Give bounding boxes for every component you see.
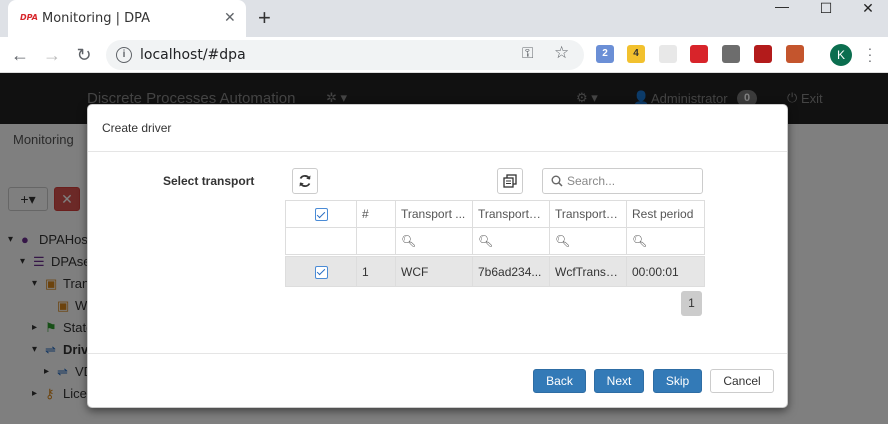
password-key-icon[interactable]: ⚿ xyxy=(522,45,533,62)
person-extension-icon[interactable] xyxy=(786,45,804,63)
row-transport-type: WcfTransp... xyxy=(549,256,627,287)
page-1-button[interactable]: 1 xyxy=(681,291,702,316)
modal-title: Create driver xyxy=(102,121,172,135)
browser-tab-strip: DPA Monitoring | DPA ✕ + — ☐ ✕ xyxy=(0,0,888,37)
filter-cell-empty xyxy=(285,227,357,255)
tab-close-icon[interactable]: ✕ xyxy=(224,9,236,26)
table-row[interactable]: 1 WCF 7b6ad234... WcfTransp... 00:00:01 xyxy=(285,256,705,287)
mail-extension-icon[interactable]: 2 xyxy=(596,45,614,63)
minimize-window-button[interactable]: — xyxy=(762,0,802,14)
row-transport-name: WCF xyxy=(395,256,473,287)
pdf-extension-icon[interactable] xyxy=(754,45,772,63)
search-icon: 🔍︎ xyxy=(555,234,571,248)
extension-badge: 4 xyxy=(633,48,639,59)
row-checkbox[interactable] xyxy=(285,256,357,287)
create-driver-dialog: Create driver Select transport Search...… xyxy=(87,104,788,408)
url-text[interactable]: localhost/#dpa xyxy=(140,47,246,63)
row-number: 1 xyxy=(356,256,396,287)
browser-toolbar: ← → ↻ i localhost/#dpa ⚿ ☆ 2 4 K · · · xyxy=(0,37,888,73)
filter-transport-name[interactable]: 🔍︎ xyxy=(395,227,473,255)
filter-transport-type[interactable]: 🔍︎ xyxy=(549,227,627,255)
maximize-window-button[interactable]: ☐ xyxy=(806,0,846,16)
row-transport-id: 7b6ad234... xyxy=(472,256,550,287)
skip-button[interactable]: Skip xyxy=(653,369,702,393)
reload-icon[interactable]: ↻ xyxy=(72,43,96,67)
tab-title: Monitoring | DPA xyxy=(42,11,151,26)
filter-transport-id[interactable]: 🔍︎ xyxy=(472,227,550,255)
grid-header-row: # Transport ... Transport i... Transport… xyxy=(285,200,705,228)
search-input[interactable] xyxy=(567,172,697,190)
column-header-transport-type[interactable]: Transport t... xyxy=(549,200,627,228)
next-button[interactable]: Next xyxy=(594,369,644,393)
modal-header: Create driver xyxy=(88,105,787,152)
forward-arrow-icon[interactable]: → xyxy=(40,43,64,67)
grid-filter-row: 🔍︎ 🔍︎ 🔍︎ 🔍︎ xyxy=(285,227,705,255)
back-button[interactable]: Back xyxy=(533,369,586,393)
column-chooser-icon xyxy=(503,174,517,188)
address-bar[interactable]: i localhost/#dpa ⚿ ☆ xyxy=(106,40,584,70)
refresh-button[interactable] xyxy=(292,168,318,194)
cancel-button[interactable]: Cancel xyxy=(710,369,774,393)
adblock-extension-icon[interactable] xyxy=(690,45,708,63)
select-transport-label: Select transport xyxy=(163,174,255,188)
search-icon: 🔍︎ xyxy=(632,234,648,248)
search-icon xyxy=(551,175,563,187)
search-field[interactable] xyxy=(542,168,703,194)
column-header-transport-name[interactable]: Transport ... xyxy=(395,200,473,228)
bookmark-star-icon[interactable]: ☆ xyxy=(554,43,569,63)
select-all-checkbox[interactable] xyxy=(285,200,357,228)
transport-grid: # Transport ... Transport i... Transport… xyxy=(285,200,705,287)
refresh-icon xyxy=(299,175,311,187)
dpa-favicon-icon: DPA xyxy=(20,13,38,22)
column-header-number[interactable]: # xyxy=(356,200,396,228)
row-rest-period: 00:00:01 xyxy=(626,256,705,287)
filter-rest-period[interactable]: 🔍︎ xyxy=(626,227,705,255)
site-info-icon[interactable]: i xyxy=(116,47,132,63)
back-arrow-icon[interactable]: ← xyxy=(8,43,32,67)
extension-badge: 2 xyxy=(602,48,608,59)
new-tab-button[interactable]: + xyxy=(258,6,271,30)
column-chooser-button[interactable] xyxy=(497,168,523,194)
column-header-rest-period[interactable]: Rest period xyxy=(626,200,705,228)
circle-extension-icon[interactable] xyxy=(722,45,740,63)
column-header-transport-id[interactable]: Transport i... xyxy=(472,200,550,228)
feather-extension-icon[interactable] xyxy=(659,45,677,63)
filter-cell-empty xyxy=(356,227,396,255)
browser-menu-icon[interactable]: · · · xyxy=(866,41,874,67)
counter-extension-icon[interactable]: 4 xyxy=(627,45,645,63)
browser-tab[interactable]: DPA Monitoring | DPA ✕ xyxy=(8,0,246,37)
close-window-button[interactable]: ✕ xyxy=(848,0,888,16)
search-icon: 🔍︎ xyxy=(401,234,417,248)
profile-avatar[interactable]: K xyxy=(830,44,852,66)
search-icon: 🔍︎ xyxy=(478,234,494,248)
